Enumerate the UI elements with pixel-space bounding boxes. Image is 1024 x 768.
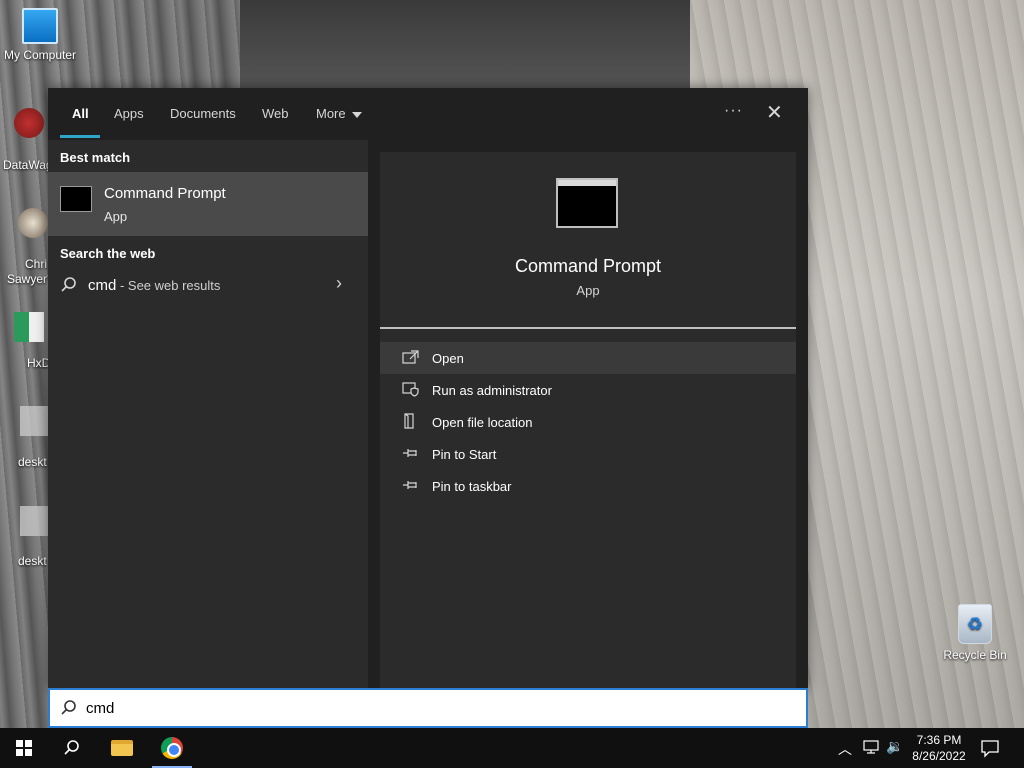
pin-icon <box>403 449 417 457</box>
chevron-down-icon <box>351 111 362 118</box>
detail-separator <box>380 327 796 329</box>
action-label: Run as administrator <box>432 383 552 398</box>
taskbar-search-button[interactable] <box>48 728 96 768</box>
desktop-icon-my-computer[interactable]: My Computer <box>0 8 80 62</box>
action-run-as-administrator[interactable]: Run as administrator <box>380 374 796 406</box>
action-label: Pin to Start <box>432 447 497 462</box>
detail-title: Command Prompt <box>514 256 662 276</box>
action-open[interactable]: Open <box>380 342 796 374</box>
web-result-text: cmd - See web results <box>88 277 220 294</box>
wallpaper-dark-rock <box>240 0 700 90</box>
volume-icon[interactable]: 🔉 <box>886 738 903 768</box>
search-web-heading: Search the web <box>60 246 156 261</box>
best-match-type: App <box>104 209 128 224</box>
ellipsis-icon[interactable]: ··· <box>724 102 743 120</box>
datawag-icon[interactable] <box>14 108 44 138</box>
taskbar-chrome[interactable] <box>148 728 196 768</box>
tab-more-label: More <box>316 106 346 121</box>
web-result-description: - See web results <box>116 278 221 293</box>
search-tabs: All Apps Documents Web More ··· ✕ <box>48 88 808 140</box>
network-icon[interactable] <box>862 738 880 756</box>
tab-documents[interactable]: Documents <box>170 106 236 121</box>
detail-pane: Command Prompt App Open Run as administr… <box>380 152 796 688</box>
start-button[interactable] <box>0 728 48 768</box>
search-icon <box>64 740 79 755</box>
desktop-icon-label: Chri <box>25 257 48 271</box>
taskbar-file-explorer[interactable] <box>98 728 146 768</box>
close-icon[interactable]: ✕ <box>766 100 783 125</box>
file-location-icon <box>404 413 414 429</box>
folder-icon <box>111 740 133 756</box>
search-icon <box>61 700 76 715</box>
column-divider <box>368 140 380 688</box>
action-pin-to-start[interactable]: Pin to Start <box>380 438 796 470</box>
file-icon[interactable] <box>20 406 50 436</box>
taskbar: ︿ 🔉 7:36 PM 8/26/2022 <box>0 728 1024 768</box>
action-label: Open file location <box>432 415 533 430</box>
tab-web[interactable]: Web <box>262 106 289 121</box>
active-tab-indicator <box>60 135 100 138</box>
tab-all[interactable]: All <box>72 106 89 121</box>
tab-apps[interactable]: Apps <box>114 106 144 121</box>
clock-date: 8/26/2022 <box>912 749 966 763</box>
action-label: Pin to taskbar <box>432 479 512 494</box>
detail-type: App <box>576 283 600 298</box>
windows-logo-icon <box>16 740 32 756</box>
web-result-item[interactable]: cmd - See web results › <box>48 270 368 302</box>
window-titlebar <box>558 180 616 186</box>
search-input[interactable] <box>86 697 786 719</box>
avatar[interactable] <box>18 208 48 238</box>
desktop-icon-label: My Computer <box>3 48 77 62</box>
chevron-right-icon[interactable]: › <box>336 273 342 294</box>
tab-more[interactable]: More <box>316 106 362 121</box>
file-icon[interactable] <box>20 506 50 536</box>
command-prompt-icon <box>60 186 92 212</box>
desktop-icon-recycle-bin[interactable]: ♻ Recycle Bin <box>940 604 1010 662</box>
command-prompt-large-icon <box>556 178 618 228</box>
action-open-file-location[interactable]: Open file location <box>380 406 796 438</box>
desktop-icon-label: HxD <box>27 356 51 370</box>
notifications-icon[interactable] <box>980 738 1000 758</box>
search-icon <box>61 277 76 292</box>
chrome-icon <box>161 737 183 759</box>
best-match-heading: Best match <box>60 150 131 165</box>
best-match-name: Command Prompt <box>104 185 226 202</box>
hxd-icon[interactable] <box>14 312 44 342</box>
clock-time: 7:36 PM <box>916 733 962 747</box>
desktop-icon-label: Sawyer' <box>7 272 50 286</box>
start-search-panel: All Apps Documents Web More ··· ✕ Best m… <box>48 88 808 688</box>
best-match-item[interactable]: Command Prompt App <box>48 172 368 236</box>
action-pin-to-taskbar[interactable]: Pin to taskbar <box>380 470 796 502</box>
desktop-icon-label: deskt <box>18 554 47 568</box>
results-list: Best match Command Prompt App Search the… <box>48 140 368 688</box>
computer-icon <box>22 8 58 44</box>
show-hidden-icons-chevron-up-icon[interactable]: ︿ <box>838 739 852 768</box>
open-icon <box>402 350 419 364</box>
web-result-query: cmd <box>88 277 117 294</box>
desktop-icon-label: deskt <box>18 455 47 469</box>
taskbar-search-box[interactable] <box>48 688 808 728</box>
desktop-icon-label: DataWag <box>3 158 53 172</box>
desktop-icon-label: Recycle Bin <box>943 648 1007 662</box>
pin-icon <box>403 481 417 489</box>
action-label: Open <box>432 351 464 366</box>
shield-icon <box>402 382 419 397</box>
recycle-bin-icon: ♻ <box>958 604 992 644</box>
taskbar-clock[interactable]: 7:36 PM 8/26/2022 <box>905 732 973 764</box>
